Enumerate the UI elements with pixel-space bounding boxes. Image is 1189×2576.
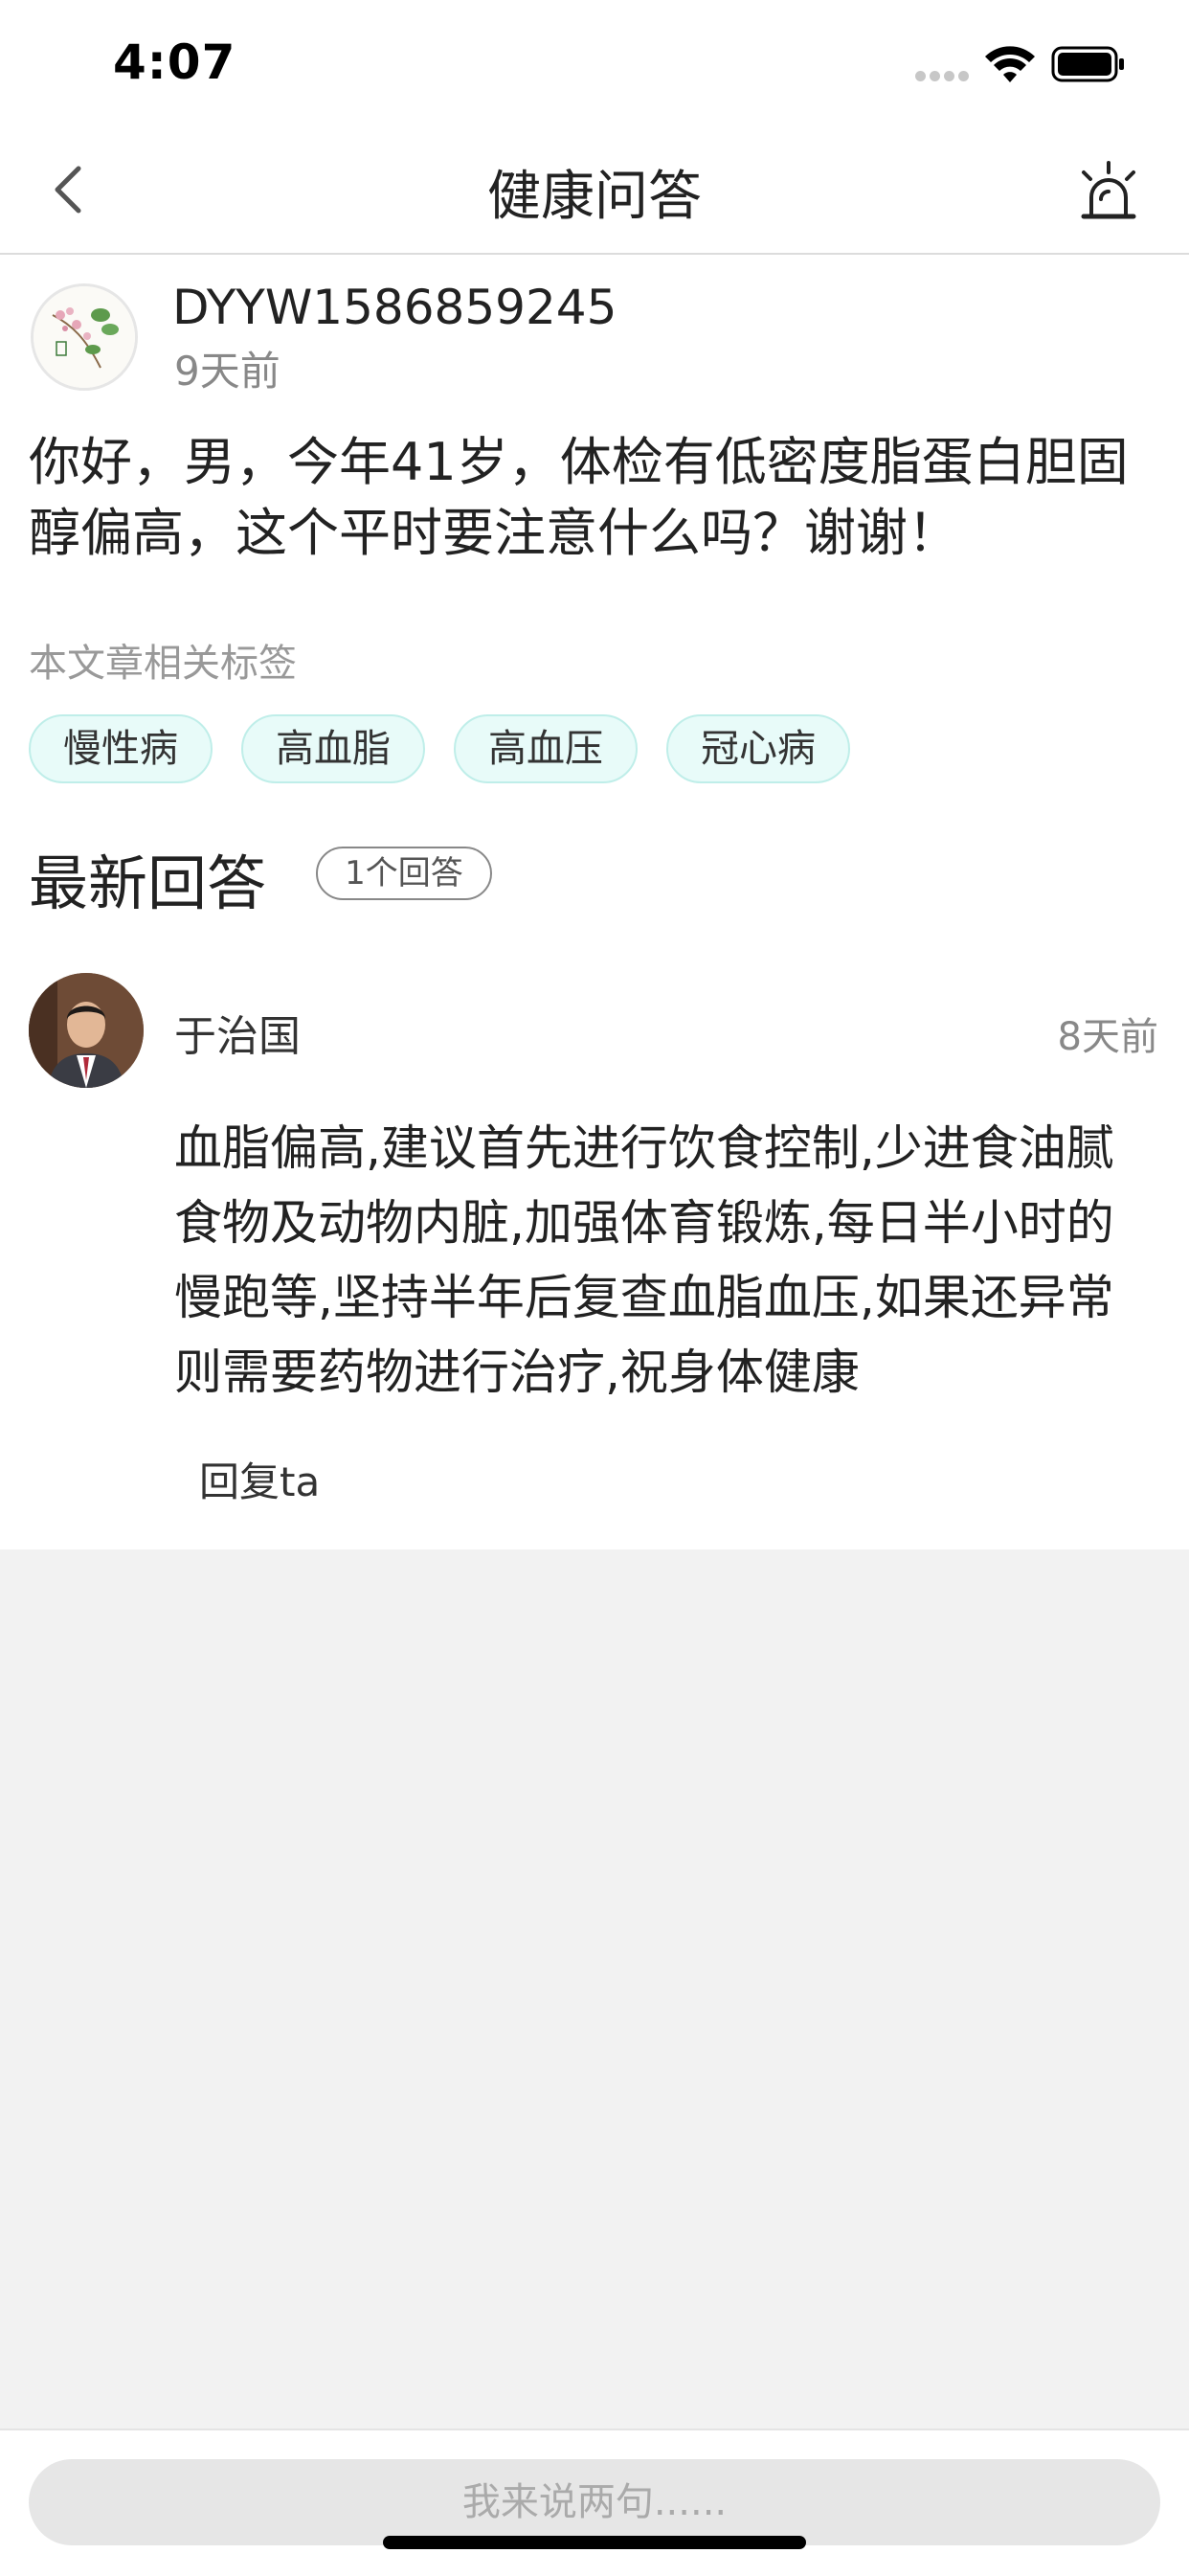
nav-bar: 健康问答 [0,126,1189,255]
status-time: 4:07 [113,34,236,90]
tag-chronic-disease[interactable]: 慢性病 [29,714,213,783]
asker-name[interactable]: DYYW1586859245 [172,280,617,335]
tag-hyperlipidemia[interactable]: 高血脂 [241,714,425,783]
answers-section-title: 最新回答 [29,848,267,918]
page-title: 健康问答 [487,166,702,228]
alarm-siren-icon[interactable] [1070,155,1147,232]
doctor-avatar[interactable] [29,973,144,1088]
answers-count-badge: 1个回答 [316,847,492,900]
answer-time: 8天前 [1057,1015,1158,1059]
status-bar: 4:07 [0,0,1189,126]
tag-hypertension[interactable]: 高血压 [454,714,638,783]
question-text: 你好，男，今年41岁，体检有低密度脂蛋白胆固醇偏高，这个平时要注意什么吗？谢谢！ [29,432,1129,563]
home-indicator[interactable] [383,2536,806,2549]
wifi-icon [985,46,1035,82]
comment-input[interactable]: 我来说两句...... [29,2459,1160,2545]
reply-button[interactable]: 回复ta [199,1450,320,1508]
battery-icon [1051,46,1124,82]
answer-text: 血脂偏高,建议首先进行饮食控制,少进食油腻食物及动物内脏,加强体育锻炼,每日半小… [174,1120,1114,1400]
tags-label: 本文章相关标签 [29,642,297,686]
cellular-signal-icon [915,71,969,82]
question-time: 9天前 [174,348,280,395]
tags-list: 慢性病 高血脂 高血压 冠心病 [29,714,850,783]
doctor-name[interactable]: 于治国 [174,1002,301,1063]
floral-avatar-icon [34,286,135,388]
asker-avatar[interactable] [31,283,138,391]
tag-coronary-disease[interactable]: 冠心病 [666,714,850,783]
doctor-portrait-icon [29,973,144,1088]
comment-bar: 我来说两句...... [0,2429,1189,2576]
